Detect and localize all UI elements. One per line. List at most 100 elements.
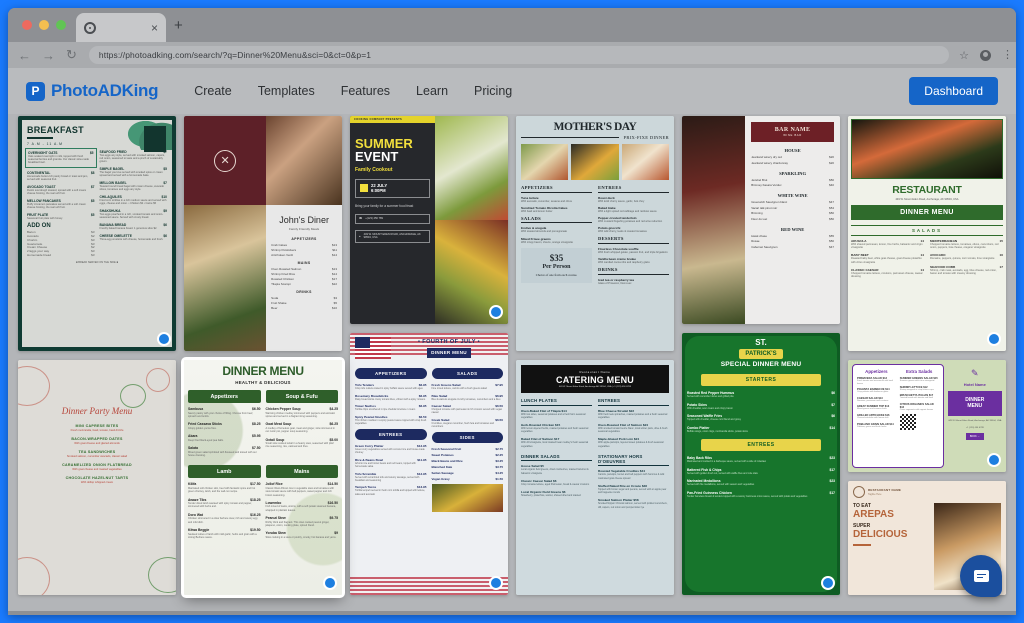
url-input[interactable]: https://photoadking.com/search/?q=Dinner…	[88, 46, 950, 64]
menu-item: Jeanland winery chardonnay $20	[751, 160, 834, 165]
back-icon[interactable]: ←	[18, 49, 31, 62]
restaurant-right-column: MEDITERRANEAN 15 Chopped romaine lettuce, …	[930, 239, 1003, 282]
menu-item: Seitan Sausage $4.25	[431, 471, 504, 476]
flag-stripes-bottom	[350, 577, 508, 595]
item-name: Sambusa	[188, 407, 204, 411]
nav-item-pricing[interactable]: Pricing	[474, 84, 512, 98]
johns-diner-preview: ✕ John's Diner Family Friendly Meals APP…	[184, 116, 342, 351]
menu-item: MEDITERRANEAN 15 Chopped romaine lettuce, …	[930, 239, 1003, 250]
section-tab: SALADS	[431, 368, 503, 379]
menu-item: Blue Cheese Strudel $22 With fresh leek s…	[598, 408, 668, 419]
item-name: Salata	[188, 446, 198, 450]
menu-item: Iced tea or raspberry tea Glass of Prosec…	[598, 277, 634, 285]
menu-item: Bleu Salad $6.95 Bleu & walnuts arugula cr…	[431, 393, 504, 401]
section-title: SALADS	[521, 216, 592, 224]
item-name: Kilifa	[188, 482, 197, 487]
menu-item: Green Curry Platter $12.95 Green curry veg…	[355, 444, 427, 455]
menu-item: Beer $10	[271, 306, 337, 311]
menu-item: Goat Meat Soup $6.25 A medley of boneless …	[266, 422, 339, 433]
item-desc: Warming chicken medley simmered with pep…	[265, 411, 336, 418]
template-card-summer-event[interactable]: COOKING COMPANY PRESENTS SUMMER EVENT Fa…	[350, 116, 508, 324]
presenter-band: COOKING COMPANY PRESENTS	[350, 116, 436, 123]
item-price: $19.50	[250, 528, 261, 532]
catering-right-column: ENTREES Blue Cheese Strudel $22 With fres…	[598, 398, 669, 513]
template-card-johns-diner[interactable]: ✕ John's Diner Family Friendly Meals APP…	[184, 116, 342, 351]
maximize-window-button[interactable]	[56, 20, 66, 30]
template-card-breakfast[interactable]: BREAKFAST 7 A.M - 11 A.M OVERNIGHT OATS $…	[18, 116, 176, 351]
menu-item: Fleur du Lac $50	[751, 216, 834, 221]
item-desc: Small slow cooked oxtail in a hearty ste…	[265, 442, 334, 449]
item-price: $18.25	[250, 497, 261, 502]
template-card-hotel-dinner[interactable]: Appetizers PRIMAVERA SALAD $13 Fresh toma…	[848, 360, 1006, 472]
leaf-doodle-icon	[120, 384, 146, 408]
item-price: $8.25	[252, 422, 261, 427]
forward-icon[interactable]: →	[42, 49, 55, 62]
menu-item: House Salad $5 Local organic field greens…	[521, 464, 589, 475]
item-name: Goat Meat Soup	[265, 422, 292, 427]
menu-item: Tuna tartare With avocado, cucumber, sesa…	[521, 195, 572, 203]
item-desc: Classic West African rice in vegetable s…	[265, 486, 334, 497]
browser-tab[interactable]: ×	[76, 13, 166, 42]
template-card-st-patricks[interactable]: ST. PATRICK'S SPECIAL DINNER MENU STARTE…	[682, 333, 840, 595]
item-price: $4.25	[329, 407, 339, 411]
item-desc: Three-egg omelette with cheese, homemade…	[99, 237, 164, 241]
close-window-button[interactable]	[22, 20, 32, 30]
new-tab-button[interactable]: +	[174, 18, 183, 33]
fish-doodle-icon	[18, 366, 50, 406]
template-card-mothers-day[interactable]: MOTHER'S DAY PRIX-FIXE DINNER APPETIZERS…	[516, 116, 674, 351]
restaurant-name: RESTAURANT NAME	[868, 488, 902, 492]
nav-item-templates[interactable]: Templates	[258, 84, 315, 98]
menu-item: Classic Caesar Salad $6 Crisp romaine let…	[521, 478, 590, 486]
menu-item: Seasoned Waffle Fries $6 Topped with chedd…	[687, 414, 835, 422]
dinner-menu-subtitle: HEALTHY & DELICIOUS	[235, 380, 291, 385]
template-card-bar-wine[interactable]: BAR NAME WINE BAR HOUSE Jeanland winery …	[682, 116, 840, 324]
group-soup-fufu: Soup & Fufu Chicken Pepper Soup $4.25 Warm…	[265, 390, 339, 461]
template-card-restaurant-dinner[interactable]: RESTAURANT 449 W. Mount Eden Road, Ancho…	[848, 116, 1006, 351]
phone-icon: ☎	[359, 217, 363, 221]
item-price: $16.50	[327, 500, 338, 505]
item-name: Jollof Rice	[265, 482, 283, 487]
nav-item-features[interactable]: Features	[341, 84, 390, 98]
restaurant-address: 449 W. Mount Eden Road, Anchorage, AK 99…	[895, 198, 959, 201]
bookmark-star-icon[interactable]: ☆	[959, 49, 969, 62]
reload-icon[interactable]: ↻	[66, 47, 77, 63]
breakfast-right-column: SEAFOOD FRIED $7 Two eggs any style, serv…	[100, 150, 168, 258]
nav-item-create[interactable]: Create	[194, 84, 232, 98]
close-tab-icon[interactable]: ×	[151, 22, 158, 34]
dashboard-button[interactable]: Dashboard	[909, 77, 998, 105]
item-price: $16.25	[250, 512, 261, 517]
item-desc: Deep fried black-eyed pea balls.	[188, 438, 224, 442]
section-tab: ENTREES	[355, 429, 427, 441]
menu-item: Sundried Tomato Ricotta Cakes With basil …	[521, 205, 568, 213]
site-logo[interactable]: P PhotoADKing	[26, 81, 158, 101]
item-price: $6.50	[252, 407, 261, 411]
chat-widget-button[interactable]	[960, 555, 1002, 597]
item-desc: The bagel you love served with smoked sp…	[99, 171, 163, 178]
grid-column-6: RESTAURANT 449 W. Mount Eden Road, Ancho…	[848, 116, 1006, 611]
menu-item: Black Beans and Rice $3.25	[431, 459, 504, 464]
profile-avatar-icon[interactable]	[980, 49, 991, 61]
group-mains: Mains Jollof Rice $14.50 Classic West Afri…	[265, 465, 338, 543]
template-card-dinner-menu-selected[interactable]: DINNER MENU HEALTHY & DELICIOUS Appetize…	[181, 357, 345, 598]
item-name: MINI CAPRESE BITES	[75, 424, 119, 428]
window-controls[interactable]	[22, 20, 66, 30]
menu-item: Combo Platter $14 Buffalo wings, onion rin…	[687, 425, 835, 433]
item-desc: Mixed green salad sprinkled with flaxsee…	[188, 450, 257, 457]
minimize-window-button[interactable]	[39, 20, 49, 30]
fourth-left-column: APPETIZERS Tofu Tenders $6.95 Crisp tofu c…	[355, 364, 427, 512]
menu-item: Chicken Pepper Soup $4.25 Warming chicken …	[266, 407, 339, 418]
item-name: Oxtail Soup	[265, 437, 285, 442]
template-card-catering-menu[interactable]: Restaurant Name CATERING MENU 449 W. Mou…	[516, 360, 674, 595]
chat-bubble-icon	[973, 570, 989, 582]
item-price: $9	[334, 531, 338, 536]
template-card-fourth-of-july[interactable]: • FOURTH OF JULY • DINNER MENU APPETIZER…	[350, 333, 508, 595]
nav-item-learn[interactable]: Learn	[416, 84, 448, 98]
menu-item: Kilifa $17.50 Marinated soft chicken skin,…	[188, 482, 261, 493]
browser-menu-icon[interactable]: ⋮	[1002, 50, 1013, 61]
arepas-line-4: DELICIOUS	[853, 529, 908, 540]
menu-item: BANANA BREAD $6 Freshly baked banana brea…	[100, 223, 168, 230]
menu-item: Akara $5.95 Deep fried black-eyed pea ball…	[188, 434, 261, 442]
template-card-dinner-party[interactable]: Dinner Party Menu MINI CAPRESE BITES Fre…	[18, 360, 176, 595]
bar-nameplate: BAR NAME WINE BAR	[751, 122, 834, 142]
food-photo	[521, 144, 569, 180]
